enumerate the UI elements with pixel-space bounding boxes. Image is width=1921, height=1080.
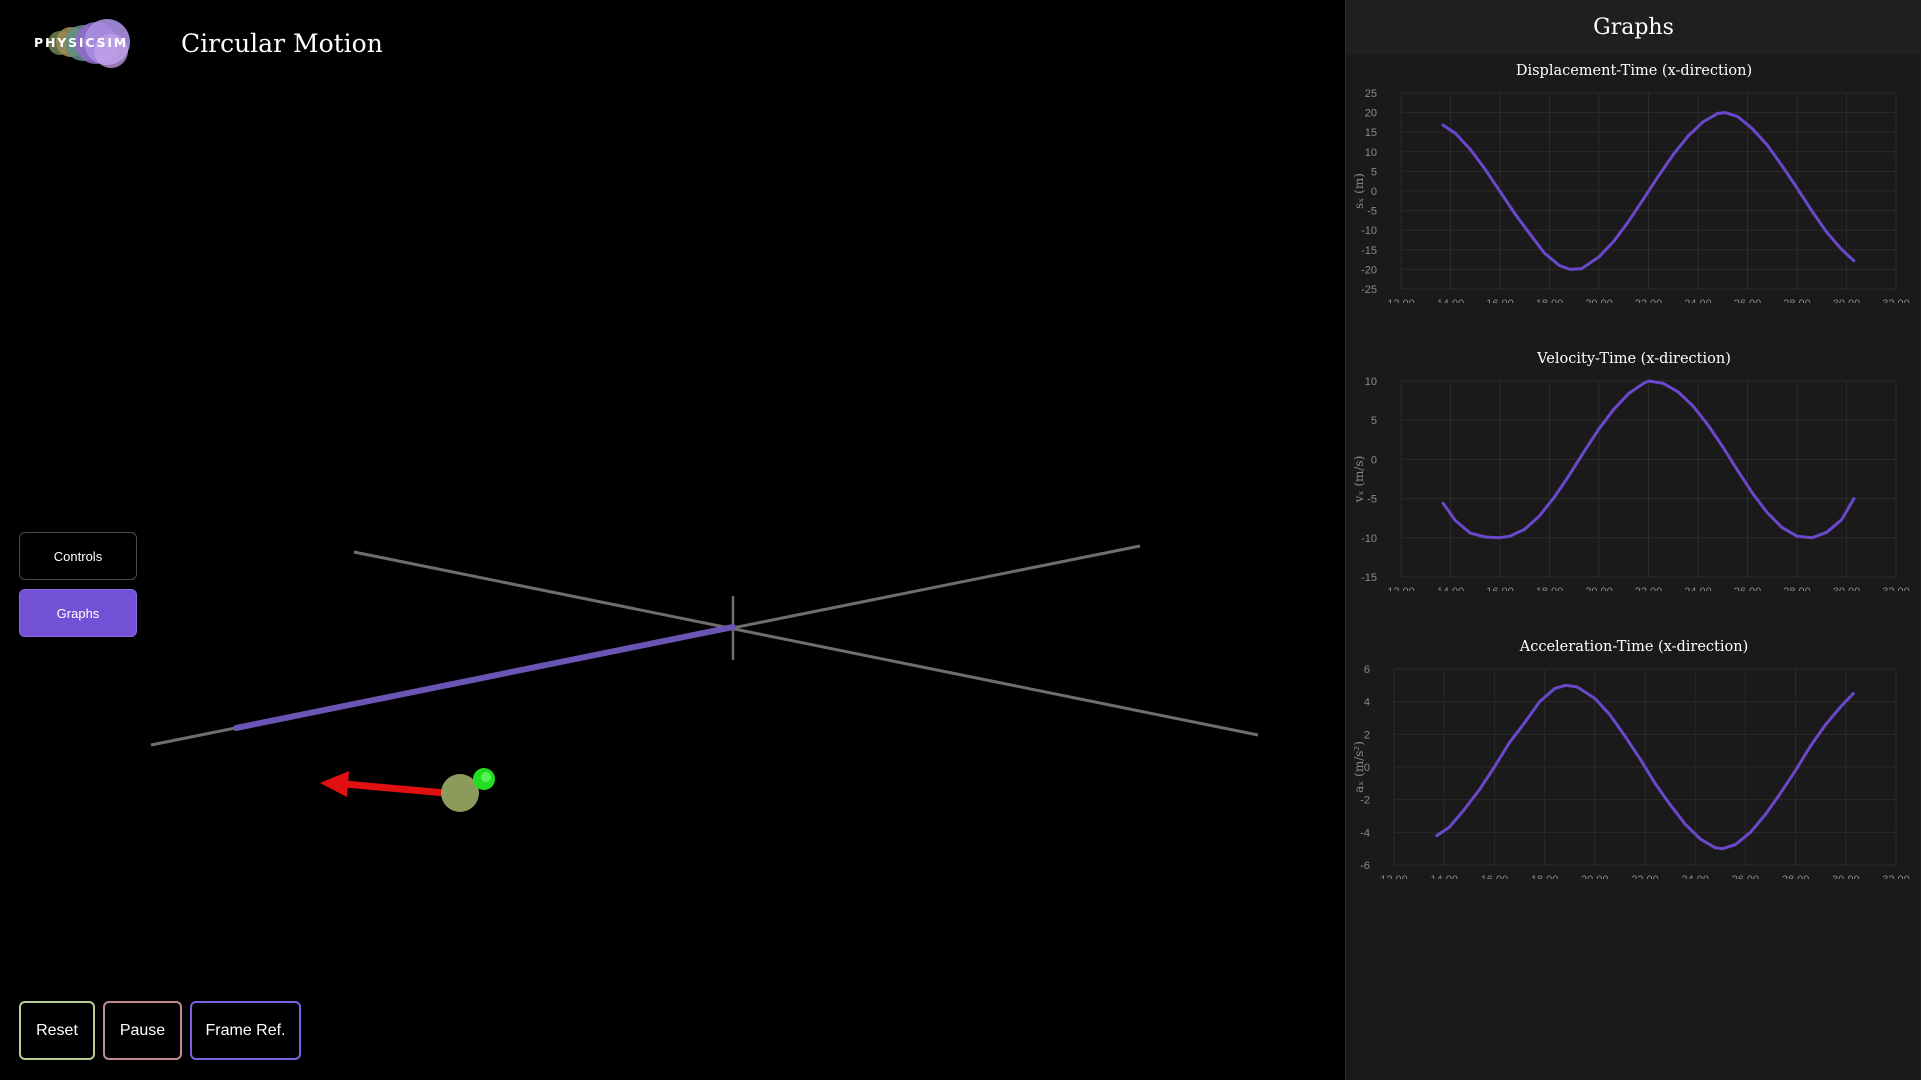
x-tick-label: 18.00	[1531, 874, 1559, 879]
radius-rod	[233, 624, 736, 731]
x-tick-label: 16.00	[1486, 586, 1514, 591]
y-axis-label: aₓ (m/s²)	[1352, 741, 1366, 793]
acceleration-chart: Acceleration-Time (x-direction) 6 4 2 0 -2 -4…	[1346, 639, 1921, 879]
x-tick-label: 16.00	[1486, 298, 1514, 303]
x-tick-label: 22.00	[1631, 874, 1659, 879]
x-tick-label: 24.00	[1684, 298, 1712, 303]
logo-wordmark: PHYSICSIM	[34, 35, 129, 50]
y-tick-label: -5	[1367, 206, 1377, 218]
y-tick-label: -6	[1360, 860, 1370, 872]
y-tick-label: 10	[1365, 147, 1377, 159]
y-tick-label: 20	[1365, 108, 1377, 120]
y-axis-label: vₓ (m/s)	[1352, 456, 1366, 504]
y-tick-label: -15	[1361, 572, 1377, 584]
x-tick-label: 24.00	[1684, 586, 1712, 591]
x-tick-label: 14.00	[1437, 298, 1465, 303]
physicsim-logo[interactable]: PHYSICSIM	[34, 18, 130, 68]
velocity-chart: Velocity-Time (x-direction) 10 5 0 -5 -10 -15…	[1346, 351, 1921, 591]
y-tick-label: 4	[1364, 697, 1370, 709]
y-tick-label: -10	[1361, 533, 1377, 545]
x-tick-label: 20.00	[1585, 298, 1613, 303]
displacement-chart-plot: 25 20 15 10 5 0 -5 -10 -15 -20 -25 12.00 14.00 16.00 1…	[1352, 88, 1910, 303]
x-tick-label: 26.00	[1734, 586, 1762, 591]
acceleration-chart-plot: 6420-2-4-612.0014.0016.0018.0020.0022.00…	[1352, 664, 1910, 879]
axis-line-a	[353, 550, 1259, 737]
simulation-canvas[interactable]	[0, 0, 1345, 1080]
x-tick-label: 28.00	[1782, 874, 1810, 879]
graphs-panel: Graphs Displacement-Time (x-direction) 2…	[1345, 0, 1921, 1080]
x-tick-label: 12.00	[1380, 874, 1408, 879]
x-tick-label: 18.00	[1536, 298, 1564, 303]
x-tick-label: 16.00	[1481, 874, 1509, 879]
x-tick-label: 28.00	[1783, 298, 1811, 303]
y-tick-label: 5	[1371, 415, 1377, 427]
displacement-chart: Displacement-Time (x-direction) 25 20 15 10…	[1346, 63, 1921, 303]
x-tick-label: 30.00	[1832, 874, 1860, 879]
y-tick-label: -2	[1360, 795, 1370, 807]
y-tick-label: -4	[1360, 827, 1370, 839]
x-tick-label: 26.00	[1732, 874, 1760, 879]
y-tick-label: -20	[1361, 264, 1377, 276]
y-tick-label: 10	[1365, 376, 1377, 388]
x-tick-label: 24.00	[1681, 874, 1709, 879]
x-tick-label: 14.00	[1430, 874, 1458, 879]
y-tick-label: 6	[1364, 664, 1370, 676]
velocity-arrowhead-icon	[320, 771, 349, 797]
reset-button[interactable]: Reset	[19, 1001, 95, 1060]
x-tick-label: 28.00	[1783, 586, 1811, 591]
x-tick-label: 32.00	[1882, 298, 1910, 303]
graphs-button[interactable]: Graphs	[19, 589, 137, 637]
x-tick-label: 18.00	[1536, 586, 1564, 591]
x-tick-label: 12.00	[1387, 586, 1415, 591]
x-tick-label: 32.00	[1882, 874, 1910, 879]
y-tick-label: 25	[1365, 88, 1377, 100]
x-tick-label: 14.00	[1437, 586, 1465, 591]
x-tick-label: 32.00	[1882, 586, 1910, 591]
pause-button[interactable]: Pause	[103, 1001, 182, 1060]
y-tick-label: 2	[1364, 729, 1370, 741]
velocity-arrow	[344, 780, 446, 797]
x-tick-label: 12.00	[1387, 298, 1415, 303]
x-tick-label: 30.00	[1833, 586, 1861, 591]
y-axis-label: sₓ (m)	[1352, 173, 1366, 209]
app-header: PHYSICSIM Circular Motion	[34, 18, 383, 68]
x-tick-label: 22.00	[1635, 586, 1663, 591]
graphs-panel-title: Graphs	[1346, 0, 1921, 54]
marker-ball-highlight	[481, 772, 491, 782]
y-tick-label: -25	[1361, 284, 1377, 296]
x-tick-label: 22.00	[1635, 298, 1663, 303]
x-tick-label: 20.00	[1585, 586, 1613, 591]
y-tick-label: 5	[1371, 166, 1377, 178]
frame-ref-button[interactable]: Frame Ref.	[190, 1001, 301, 1060]
y-tick-label: 15	[1365, 127, 1377, 139]
page-title: Circular Motion	[181, 28, 383, 58]
x-tick-label: 30.00	[1833, 298, 1861, 303]
y-tick-label: 0	[1371, 186, 1377, 198]
x-tick-label: 20.00	[1581, 874, 1609, 879]
y-tick-label: 0	[1371, 454, 1377, 466]
y-tick-label: -15	[1361, 245, 1377, 257]
x-tick-label: 26.00	[1734, 298, 1762, 303]
controls-button[interactable]: Controls	[19, 532, 137, 580]
y-tick-label: -5	[1367, 494, 1377, 506]
velocity-chart-plot: 10 5 0 -5 -10 -15 12.00 14.00 16.00 18.00 20.00 22.…	[1352, 376, 1910, 591]
y-tick-label: -10	[1361, 225, 1377, 237]
